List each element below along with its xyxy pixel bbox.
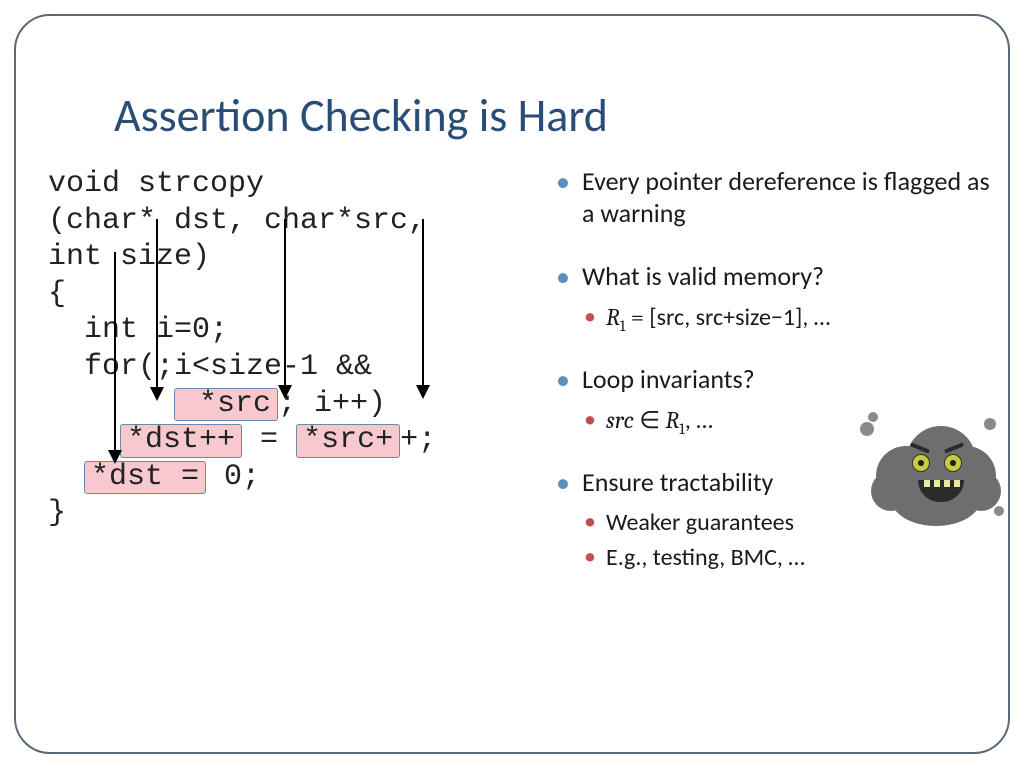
code-line: int i=0; bbox=[48, 313, 228, 347]
math-var: src bbox=[606, 406, 634, 434]
math-eq: = bbox=[625, 303, 649, 331]
math-var: R bbox=[606, 303, 620, 331]
code-pre bbox=[48, 460, 84, 494]
code-line: } bbox=[48, 496, 66, 530]
angry-cloud-icon bbox=[866, 416, 1006, 536]
slide-frame: Assertion Checking is Hard void strcopy … bbox=[14, 14, 1010, 754]
arrow-icon bbox=[284, 219, 286, 397]
highlight-dst-inc: *dst++ bbox=[120, 424, 242, 458]
code-line: int size) bbox=[48, 240, 210, 274]
bullet-subitem: E.g., testing, BMC, … bbox=[556, 543, 996, 572]
math-text: [src, src+size−1], … bbox=[649, 303, 830, 332]
bullet-item: Every pointer dereference is flagged as … bbox=[556, 166, 996, 229]
math-var: R bbox=[665, 406, 679, 434]
code-line: { bbox=[48, 277, 66, 311]
code-mid: = bbox=[242, 423, 296, 457]
highlight-dst-assign: *dst = bbox=[84, 461, 206, 495]
arrow-icon bbox=[422, 219, 424, 397]
arrow-icon bbox=[114, 252, 116, 462]
bullet-subitem: R1 = [src, src+size−1], … bbox=[556, 303, 996, 336]
code-block: void strcopy (char* dst, char*src, int s… bbox=[48, 166, 548, 532]
arrow-icon bbox=[156, 219, 158, 399]
math-text: , … bbox=[685, 406, 713, 435]
code-line: (char* dst, char*src, bbox=[48, 204, 426, 238]
bullet-item: Loop invariants? bbox=[556, 364, 996, 396]
code-line: void strcopy bbox=[48, 167, 264, 201]
slide-title: Assertion Checking is Hard bbox=[114, 88, 608, 144]
code-line: for(;i<size-1 && bbox=[48, 350, 372, 384]
bullet-item: What is valid memory? bbox=[556, 261, 996, 293]
highlight-src-inc: *src+ bbox=[296, 424, 400, 458]
code-post: +; bbox=[400, 423, 436, 457]
highlight-src: *src bbox=[174, 388, 278, 422]
code-post: ; i++) bbox=[278, 387, 386, 421]
math-in: ∈ bbox=[634, 406, 665, 434]
code-post: 0; bbox=[206, 460, 260, 494]
